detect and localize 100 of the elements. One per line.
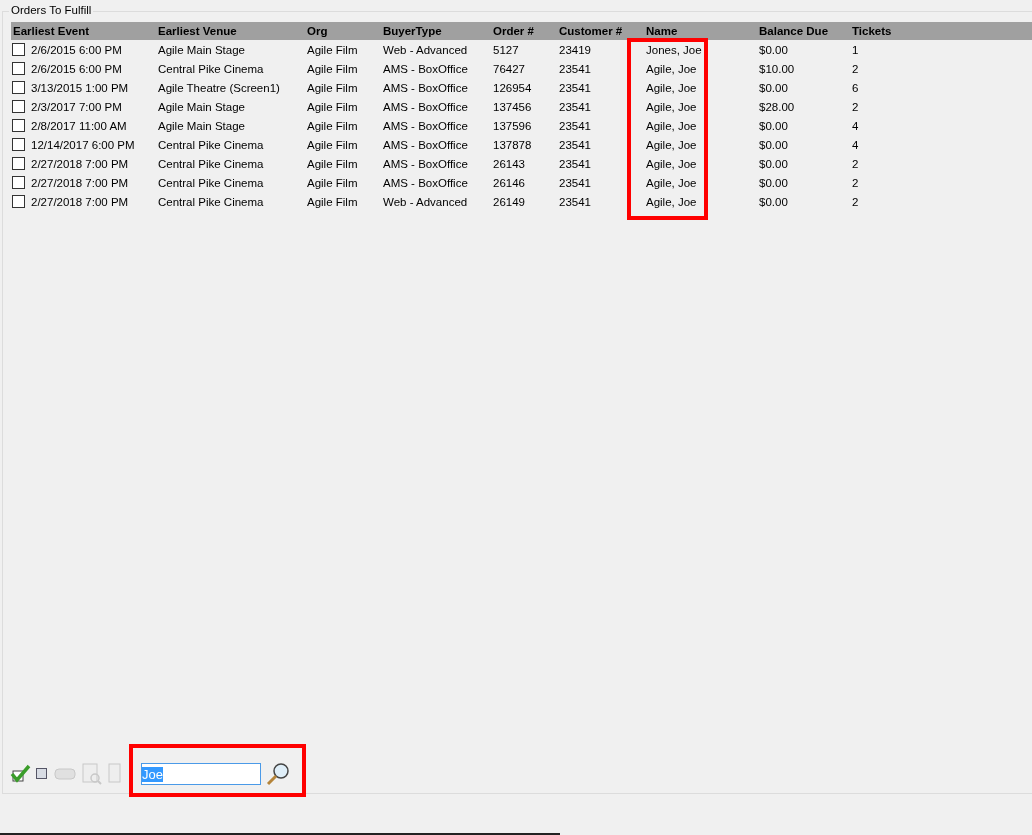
table-cell-text: $0.00 (758, 195, 789, 208)
column-header[interactable]: BuyerType (381, 25, 491, 37)
column-header[interactable]: Order # (491, 25, 557, 37)
table-cell-text: $28.00 (758, 100, 796, 113)
table-cell-text: 23541 (558, 195, 592, 208)
checkbox-icon[interactable] (35, 767, 49, 781)
row-checkbox[interactable] (12, 81, 25, 94)
table-cell-text: Agile Film (306, 195, 359, 208)
column-header[interactable]: Balance Due (757, 25, 850, 37)
row-checkbox[interactable] (12, 43, 25, 56)
table-cell-text: Agile Film (306, 138, 359, 151)
table-cell-text: 2 (851, 157, 860, 170)
table-cell-text: 2/8/2017 11:00 AM (30, 119, 127, 132)
table-cell-text: $0.00 (758, 176, 789, 189)
table-cell-text: 2/27/2018 7:00 PM (30, 176, 129, 189)
table-cell-text: Agile Film (306, 62, 359, 75)
table-cell-text: 2/27/2018 7:00 PM (30, 195, 129, 208)
table-cell-text: Agile Film (306, 100, 359, 113)
table-cell-text: 2 (851, 176, 860, 189)
row-checkbox[interactable] (12, 157, 25, 170)
table-cell-text: Agile, Joe (645, 100, 698, 113)
table-cell-text: 6 (851, 81, 860, 94)
table-cell-text: Agile Theatre (Screen1) (157, 81, 281, 94)
table-cell-text: AMS - BoxOffice (382, 100, 469, 113)
table-cell-text: 2 (851, 100, 860, 113)
table-cell-text: Central Pike Cinema (157, 157, 265, 170)
checkmark-icon[interactable] (9, 763, 31, 785)
row-checkbox[interactable] (12, 138, 25, 151)
table-cell-text: Agile, Joe (645, 195, 698, 208)
table-cell-text: 2 (851, 195, 860, 208)
table-cell-text: 2/6/2015 6:00 PM (30, 43, 122, 56)
column-header[interactable]: Customer # (557, 25, 644, 37)
table-cell-text: Agile Film (306, 81, 359, 94)
table-cell-text: Agile Film (306, 43, 359, 56)
row-checkbox[interactable] (12, 100, 25, 113)
table-cell-text: $10.00 (758, 62, 796, 75)
table-cell-text: Agile Film (306, 176, 359, 189)
table-cell-text: 23541 (558, 81, 592, 94)
table-cell-text: 2/27/2018 7:00 PM (30, 157, 129, 170)
column-header[interactable]: Earliest Venue (156, 25, 305, 37)
table-cell-text: Agile Main Stage (157, 43, 246, 56)
table-cell-text: 137456 (492, 100, 533, 113)
table-cell-text: Agile Film (306, 119, 359, 132)
table-cell-text: 23541 (558, 119, 592, 132)
table-cell-text: 1 (851, 43, 860, 56)
table-cell-text: 3/13/2015 1:00 PM (30, 81, 129, 94)
table-cell-text: 137596 (492, 119, 533, 132)
table-cell-text: Agile, Joe (645, 81, 698, 94)
table-cell-text: 76427 (492, 62, 526, 75)
table-cell-text: $0.00 (758, 119, 789, 132)
table-cell-text: Central Pike Cinema (157, 176, 265, 189)
table-cell-text: Central Pike Cinema (157, 195, 265, 208)
column-header[interactable]: Org (305, 25, 381, 37)
table-cell-text: 4 (851, 138, 860, 151)
table-cell-text: 4 (851, 119, 860, 132)
table-cell-text: Agile, Joe (645, 157, 698, 170)
table-cell-text: AMS - BoxOffice (382, 176, 469, 189)
table-cell-text: AMS - BoxOffice (382, 62, 469, 75)
table-cell-text: AMS - BoxOffice (382, 138, 469, 151)
table-cell-text: 2/6/2015 6:00 PM (30, 62, 122, 75)
column-header[interactable]: Name (644, 25, 757, 37)
table-cell-text: $0.00 (758, 157, 789, 170)
row-checkbox[interactable] (12, 176, 25, 189)
row-checkbox[interactable] (12, 62, 25, 75)
table-cell-text: Web - Advanced (382, 195, 469, 208)
table-cell-text: Agile, Joe (645, 176, 698, 189)
table-cell-text: 137878 (492, 138, 533, 151)
table-cell-text: Agile, Joe (645, 62, 698, 75)
column-header[interactable]: Tickets (850, 25, 1032, 37)
table-cell-text: AMS - BoxOffice (382, 157, 469, 170)
table-cell-text: 12/14/2017 6:00 PM (30, 138, 135, 151)
group-title: Orders To Fulfill (9, 4, 94, 16)
table-cell-text: Agile Film (306, 157, 359, 170)
table-cell-text: Central Pike Cinema (157, 62, 265, 75)
table-cell-text: Central Pike Cinema (157, 138, 265, 151)
table-cell-text: Web - Advanced (382, 43, 469, 56)
table-cell-text: Jones, Joe (645, 43, 703, 56)
table-cell-text: 23541 (558, 62, 592, 75)
table-cell-text: $0.00 (758, 43, 789, 56)
table-cell-text: AMS - BoxOffice (382, 81, 469, 94)
table-cell-text: 2 (851, 62, 860, 75)
row-checkbox[interactable] (12, 119, 25, 132)
table-cell-text: 23419 (558, 43, 592, 56)
table-cell-text: $0.00 (758, 138, 789, 151)
table-cell-text: 26143 (492, 157, 526, 170)
column-header[interactable]: Earliest Event (11, 25, 156, 37)
table-cell-text: 23541 (558, 100, 592, 113)
search-icon[interactable] (265, 761, 291, 787)
table-cell-text: 23541 (558, 157, 592, 170)
table-cell-text: Agile, Joe (645, 119, 698, 132)
table-cell-text: $0.00 (758, 81, 789, 94)
table-cell-text: 23541 (558, 138, 592, 151)
table-cell-text: 2/3/2017 7:00 PM (30, 100, 122, 113)
table-cell-text: AMS - BoxOffice (382, 119, 469, 132)
table-cell-text: 5127 (492, 43, 520, 56)
table-cell-text: 23541 (558, 176, 592, 189)
table-cell-text: 26149 (492, 195, 526, 208)
row-checkbox[interactable] (12, 195, 25, 208)
table-cell-text: 26146 (492, 176, 526, 189)
table-cell-text: 126954 (492, 81, 533, 94)
